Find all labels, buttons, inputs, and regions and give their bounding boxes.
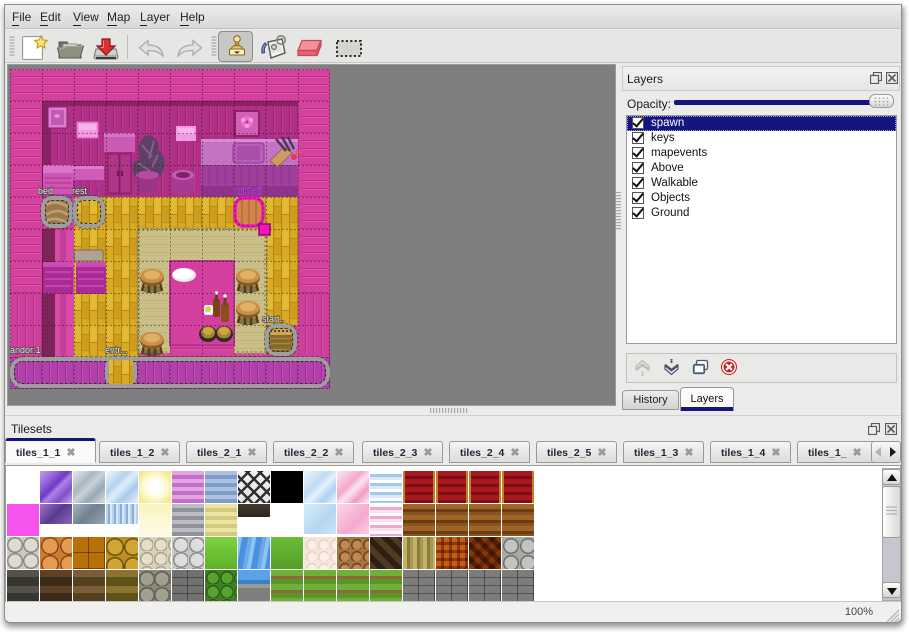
svg-text:andor:1: andor:1 <box>10 345 41 355</box>
svg-text:start..: start.. <box>262 314 285 324</box>
svg-text:mikhail: mikhail <box>234 186 262 196</box>
svg-text:entr...: entr... <box>105 345 128 355</box>
svg-text:rest: rest <box>72 186 88 196</box>
svg-text:bed: bed <box>38 186 53 196</box>
